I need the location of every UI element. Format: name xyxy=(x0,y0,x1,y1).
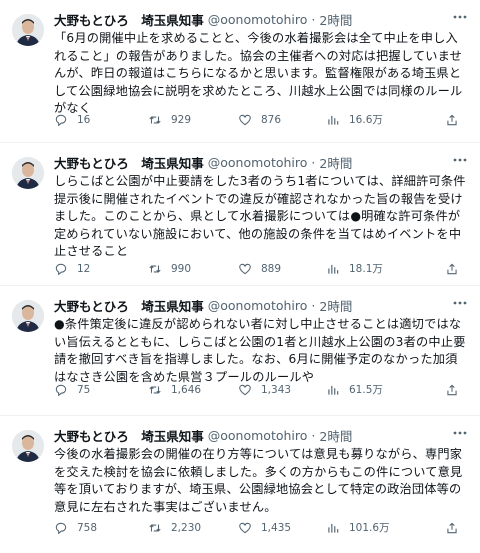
author-handle[interactable]: @oonomotohiro xyxy=(208,155,308,170)
author-handle[interactable]: @oonomotohiro xyxy=(208,298,308,313)
timestamp[interactable]: 2時間 xyxy=(319,296,352,315)
heart-icon xyxy=(239,522,251,533)
heart-icon xyxy=(239,263,251,274)
like-count: 1,343 xyxy=(261,383,292,396)
views-chart-icon xyxy=(328,264,339,274)
author-name[interactable]: 大野もとひろ 埼玉県知事 xyxy=(54,10,204,29)
views-chart-icon xyxy=(328,115,339,125)
timestamp[interactable]: 2時間 xyxy=(319,153,352,172)
tweet[interactable]: 大野もとひろ 埼玉県知事 @oonomotohiro · 2時間 「6月の開催中… xyxy=(0,0,480,143)
retweet-count: 1,646 xyxy=(171,383,202,396)
reply-button[interactable]: 12 xyxy=(54,262,148,276)
tweet-text: 「6月の開催中止を求めることと、今後の水着撮影会は全て中止を申し入れること」の報… xyxy=(54,31,463,116)
views-button[interactable]: 61.5万 xyxy=(326,382,422,397)
view-count: 101.6万 xyxy=(349,522,390,534)
views-button[interactable]: 16.6万 xyxy=(326,112,422,127)
like-count: 876 xyxy=(261,113,282,126)
author-handle[interactable]: @oonomotohiro xyxy=(208,428,308,443)
more-options-icon[interactable] xyxy=(452,298,468,308)
like-count: 889 xyxy=(261,262,282,275)
separator-dot: · xyxy=(311,155,316,170)
tweet-text: 今後の水着撮影会の開催の在り方等については意見も募りながら、専門家を交えた検討を… xyxy=(54,447,463,514)
view-count: 16.6万 xyxy=(349,114,383,126)
retweet-button[interactable]: 929 xyxy=(148,113,238,127)
like-button[interactable]: 889 xyxy=(238,262,326,276)
tweet[interactable]: 大野もとひろ 埼玉県知事 @oonomotohiro · 2時間 しらこばと公園… xyxy=(0,143,480,286)
avatar[interactable] xyxy=(12,14,44,46)
separator-dot: · xyxy=(311,298,316,313)
share-icon xyxy=(447,384,457,395)
retweet-icon xyxy=(149,385,161,394)
reply-icon xyxy=(55,263,67,275)
views-chart-icon xyxy=(328,523,339,533)
more-options-icon[interactable] xyxy=(452,155,468,165)
heart-icon xyxy=(239,114,251,125)
retweet-icon xyxy=(149,115,161,124)
share-icon xyxy=(447,522,457,533)
avatar[interactable] xyxy=(12,300,44,332)
reply-icon xyxy=(55,522,67,534)
action-bar: 12 990 889 18.1万 xyxy=(54,261,468,276)
reply-count: 758 xyxy=(77,521,98,534)
more-options-icon[interactable] xyxy=(452,428,468,438)
reply-button[interactable]: 16 xyxy=(54,113,148,127)
reply-icon xyxy=(55,384,67,396)
share-button[interactable] xyxy=(445,383,468,397)
like-button[interactable]: 1,343 xyxy=(238,383,326,397)
timestamp[interactable]: 2時間 xyxy=(319,10,352,29)
view-count: 61.5万 xyxy=(349,384,383,396)
tweet[interactable]: 大野もとひろ 埼玉県知事 @oonomotohiro · 2時間 今後の水着撮影… xyxy=(0,416,480,553)
reply-button[interactable]: 758 xyxy=(54,521,148,535)
views-button[interactable]: 101.6万 xyxy=(326,520,422,535)
share-icon xyxy=(447,263,457,274)
reply-icon xyxy=(55,114,67,126)
like-count: 1,435 xyxy=(261,521,292,534)
view-count: 18.1万 xyxy=(349,263,383,275)
share-icon xyxy=(447,114,457,125)
retweet-icon xyxy=(149,264,161,273)
retweet-count: 990 xyxy=(171,262,192,275)
avatar[interactable] xyxy=(12,157,44,189)
share-button[interactable] xyxy=(445,521,468,535)
action-bar: 758 2,230 1,435 101.6万 xyxy=(54,520,468,535)
action-bar: 16 929 876 16.6万 xyxy=(54,112,468,127)
like-button[interactable]: 876 xyxy=(238,113,326,127)
more-options-icon[interactable] xyxy=(452,12,468,22)
retweet-count: 2,230 xyxy=(171,521,202,534)
retweet-button[interactable]: 1,646 xyxy=(148,383,238,397)
timestamp[interactable]: 2時間 xyxy=(319,426,352,445)
reply-count: 16 xyxy=(77,113,91,126)
views-chart-icon xyxy=(328,385,339,395)
tweet-text: ●条件策定後に違反が認められない者に対し中止させることは適切ではない旨伝えるとと… xyxy=(54,317,466,384)
reply-count: 75 xyxy=(77,383,91,396)
views-button[interactable]: 18.1万 xyxy=(326,261,422,276)
share-button[interactable] xyxy=(445,113,468,127)
tweet[interactable]: 大野もとひろ 埼玉県知事 @oonomotohiro · 2時間 ●条件策定後に… xyxy=(0,286,480,416)
avatar[interactable] xyxy=(12,430,44,462)
author-name[interactable]: 大野もとひろ 埼玉県知事 xyxy=(54,153,204,172)
author-name[interactable]: 大野もとひろ 埼玉県知事 xyxy=(54,296,204,315)
reply-button[interactable]: 75 xyxy=(54,383,148,397)
retweet-button[interactable]: 2,230 xyxy=(148,521,238,535)
tweet-text: しらこばと公園が中止要請をした3者のうち1者については、詳細許可条件提示後に開催… xyxy=(54,174,466,259)
action-bar: 75 1,646 1,343 61.5万 xyxy=(54,382,468,397)
heart-icon xyxy=(239,384,251,395)
separator-dot: · xyxy=(311,12,316,27)
retweet-count: 929 xyxy=(171,113,192,126)
separator-dot: · xyxy=(311,428,316,443)
tweet-feed: 大野もとひろ 埼玉県知事 @oonomotohiro · 2時間 「6月の開催中… xyxy=(0,0,480,553)
reply-count: 12 xyxy=(77,262,91,275)
share-button[interactable] xyxy=(445,262,468,276)
author-handle[interactable]: @oonomotohiro xyxy=(208,12,308,27)
retweet-button[interactable]: 990 xyxy=(148,262,238,276)
author-name[interactable]: 大野もとひろ 埼玉県知事 xyxy=(54,426,204,445)
retweet-icon xyxy=(149,523,161,532)
like-button[interactable]: 1,435 xyxy=(238,521,326,535)
